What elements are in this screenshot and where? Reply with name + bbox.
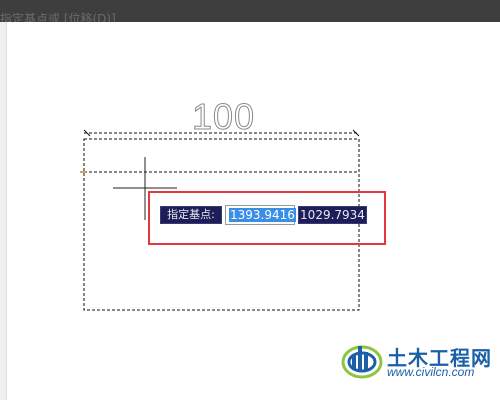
dynamic-input-x-field[interactable]: 1393.9416 [225, 205, 296, 225]
watermark-url: www.civilcn.com [387, 365, 475, 379]
watermark-logo: 土木工程网 www.civilcn.com [340, 336, 500, 386]
dynamic-input-label: 指定基点: [160, 206, 222, 224]
dynamic-input-y-field[interactable]: 1029.7934 [298, 206, 367, 224]
dimension-text: 100 [192, 96, 256, 137]
civilcn-logo-icon [341, 345, 383, 379]
canvas-left-edge [0, 22, 7, 400]
input-x-selected-text: 1393.9416 [229, 208, 296, 222]
